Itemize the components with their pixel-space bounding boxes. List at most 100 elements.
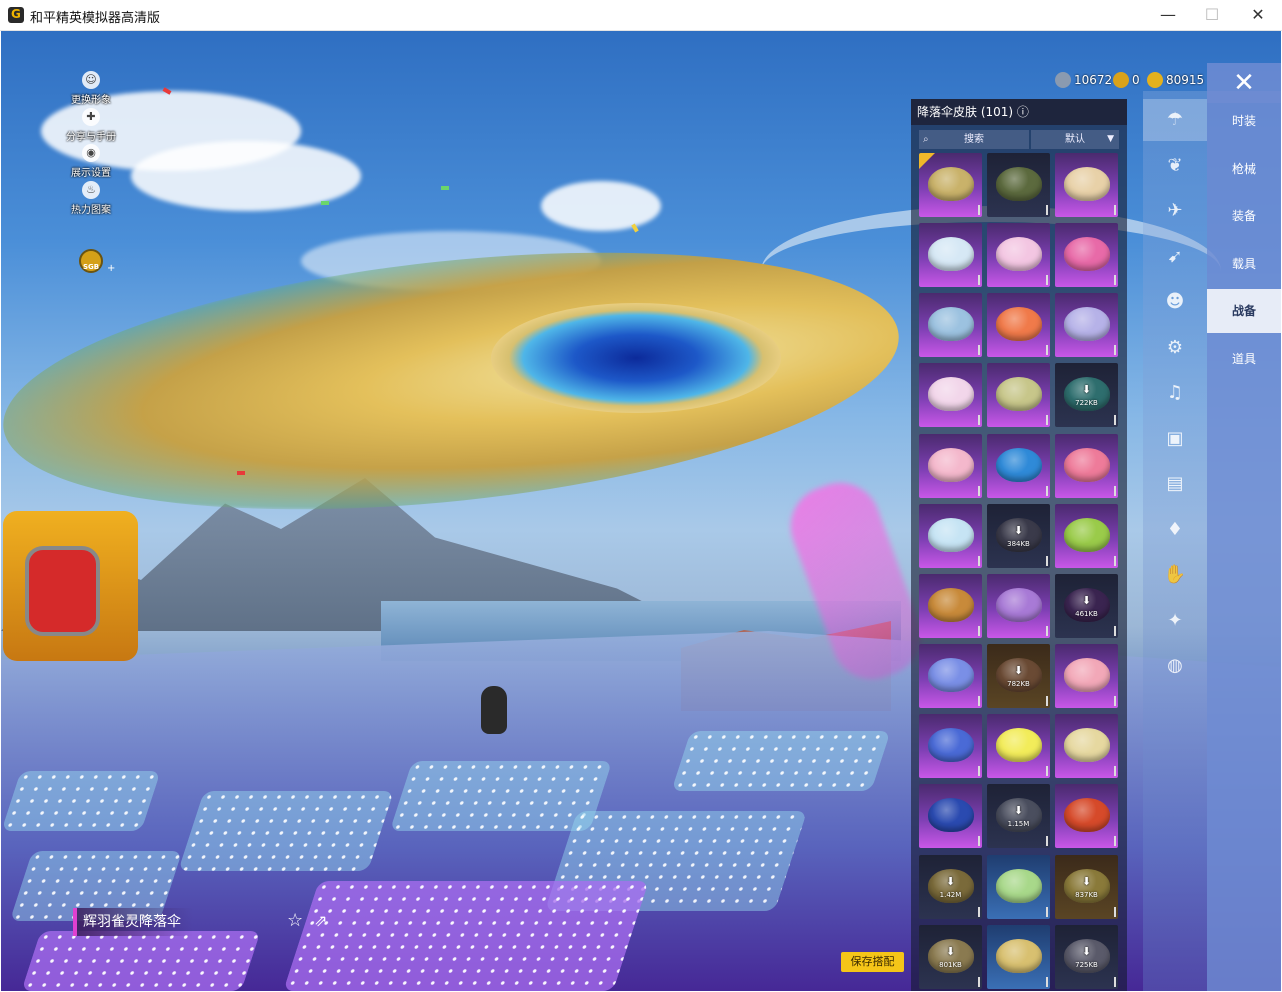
item-indicator <box>1046 766 1048 777</box>
floor-tile <box>1 771 161 831</box>
category-tab[interactable]: 枪械 <box>1207 147 1281 191</box>
skin-item[interactable] <box>1055 293 1118 358</box>
download-size: 384KB <box>1007 539 1030 548</box>
skin-item[interactable] <box>919 573 982 638</box>
speaker-icon[interactable]: ♫ <box>1143 372 1207 414</box>
save-outfit-button[interactable]: 保存搭配 <box>841 952 904 972</box>
skin-item[interactable] <box>919 293 982 358</box>
download-icon: ⬇ <box>1081 593 1092 607</box>
mask-icon[interactable]: ▣ <box>1143 418 1207 460</box>
spray-icon[interactable]: ♦ <box>1143 509 1207 551</box>
skin-item[interactable]: ⬇ 384KB <box>987 503 1050 568</box>
skin-item[interactable] <box>987 854 1050 919</box>
category-tab[interactable]: 时装 <box>1207 99 1281 143</box>
emote-icon[interactable]: ☻ <box>1143 281 1207 323</box>
sgb-badge[interactable]: SGB <box>79 249 103 273</box>
share-icon[interactable]: ⇗ <box>314 911 327 930</box>
game-viewport[interactable]: ☺ 更换形象 ✚ 分享与手册 ◉ 展示设置 ♨ 热力图案 SGB + 10672… <box>1 31 1281 991</box>
skin-item[interactable]: ⬇ 801KB <box>919 924 982 989</box>
skin-item[interactable] <box>919 644 982 709</box>
skin-item[interactable]: ⬇ 837KB <box>1055 854 1118 919</box>
maximize-button[interactable]: ☐ <box>1200 4 1224 26</box>
item-indicator <box>1114 345 1116 356</box>
wings-icon[interactable]: ❦ <box>1143 145 1207 187</box>
hand-icon[interactable]: ✋ <box>1143 554 1207 596</box>
currency-value: 0 <box>1132 73 1140 87</box>
quick-change-appearance[interactable]: ☺ 更换形象 <box>63 71 119 106</box>
item-indicator <box>978 415 980 426</box>
plane-icon[interactable]: ✈ <box>1143 190 1207 232</box>
skin-item[interactable] <box>1055 644 1118 709</box>
parachute-thumbnail <box>1064 447 1110 482</box>
skin-item[interactable]: ⬇ 1.15M <box>987 784 1050 849</box>
sort-dropdown[interactable]: 默认 ▼ <box>1031 130 1119 149</box>
skin-item[interactable] <box>919 433 982 498</box>
parachute-thumbnail <box>928 587 974 622</box>
category-tab[interactable]: 装备 <box>1207 194 1281 238</box>
skin-item[interactable] <box>919 503 982 568</box>
skin-item[interactable]: ⬇ 725KB <box>1055 924 1118 989</box>
skin-item[interactable] <box>919 223 982 288</box>
skin-item[interactable] <box>987 714 1050 779</box>
search-placeholder: 搜索 <box>964 134 984 145</box>
floor-tile <box>671 731 891 791</box>
parachute-thumbnail <box>996 167 1042 201</box>
eye-icon: ◉ <box>82 144 100 162</box>
item-indicator <box>1114 415 1116 426</box>
search-input[interactable]: ⌕ 搜索 <box>919 130 1029 149</box>
skin-item[interactable] <box>987 924 1050 989</box>
download-icon: ⬇ <box>1013 804 1024 818</box>
skin-item[interactable] <box>919 714 982 779</box>
skin-item[interactable] <box>987 293 1050 358</box>
quick-display-settings[interactable]: ◉ 展示设置 <box>63 144 119 179</box>
skin-item[interactable] <box>1055 153 1118 217</box>
category-tab[interactable]: 战备 <box>1207 289 1281 333</box>
close-window-button[interactable]: ✕ <box>1246 4 1270 26</box>
quick-heat-pattern[interactable]: ♨ 热力图案 <box>63 181 119 216</box>
confetti <box>237 471 245 475</box>
parachute-thumbnail <box>928 658 974 693</box>
skin-item[interactable] <box>1055 223 1118 288</box>
skin-item[interactable] <box>1055 433 1118 498</box>
favorite-star-icon[interactable]: ☆ <box>287 910 303 931</box>
item-indicator <box>978 625 980 636</box>
skin-item[interactable] <box>987 153 1050 217</box>
minimize-button[interactable]: — <box>1156 4 1180 26</box>
skin-item[interactable] <box>1055 503 1118 568</box>
download-size: 461KB <box>1075 609 1098 618</box>
window-title: 和平精英模拟器高清版 <box>30 11 161 26</box>
skin-item[interactable] <box>987 223 1050 288</box>
close-icon[interactable]: ✕ <box>1207 63 1281 103</box>
skin-item[interactable] <box>919 153 982 217</box>
quick-share-handbook[interactable]: ✚ 分享与手册 <box>63 108 119 143</box>
skin-item[interactable]: ⬇ 722KB <box>1055 363 1118 428</box>
skin-item[interactable] <box>1055 784 1118 849</box>
help-icon[interactable]: ⓘ <box>1017 105 1029 119</box>
photo-icon[interactable]: ▤ <box>1143 463 1207 505</box>
skin-item[interactable] <box>919 784 982 849</box>
category-tab[interactable]: 道具 <box>1207 337 1281 381</box>
planet-icon[interactable]: ◍ <box>1143 645 1207 687</box>
skin-item[interactable]: ⬇ 782KB <box>987 644 1050 709</box>
item-indicator <box>1046 906 1048 917</box>
parachute-thumbnail <box>996 447 1042 482</box>
skin-item[interactable]: ⬇ 1.42M <box>919 854 982 919</box>
category-tab[interactable]: 载具 <box>1207 242 1281 286</box>
skin-item[interactable] <box>987 433 1050 498</box>
parachute-thumbnail <box>1064 237 1110 272</box>
download-icon: ⬇ <box>1081 874 1092 888</box>
glider-icon[interactable]: ➹ <box>1143 236 1207 278</box>
parachute-thumbnail <box>1064 167 1110 201</box>
parachute-icon[interactable]: ☂ <box>1143 99 1207 141</box>
item-indicator <box>978 976 980 987</box>
skin-item[interactable] <box>987 573 1050 638</box>
skin-item[interactable] <box>987 363 1050 428</box>
sgb-plus-icon[interactable]: + <box>107 263 115 274</box>
robot-icon[interactable]: ⚙ <box>1143 327 1207 369</box>
skin-item[interactable] <box>919 363 982 428</box>
skin-item[interactable]: ⬇ 461KB <box>1055 573 1118 638</box>
player-character[interactable] <box>481 686 507 734</box>
wand-icon[interactable]: ✦ <box>1143 600 1207 642</box>
category-tabs: 时装 枪械 装备 载具 战备 道具 <box>1207 91 1281 991</box>
skin-item[interactable] <box>1055 714 1118 779</box>
